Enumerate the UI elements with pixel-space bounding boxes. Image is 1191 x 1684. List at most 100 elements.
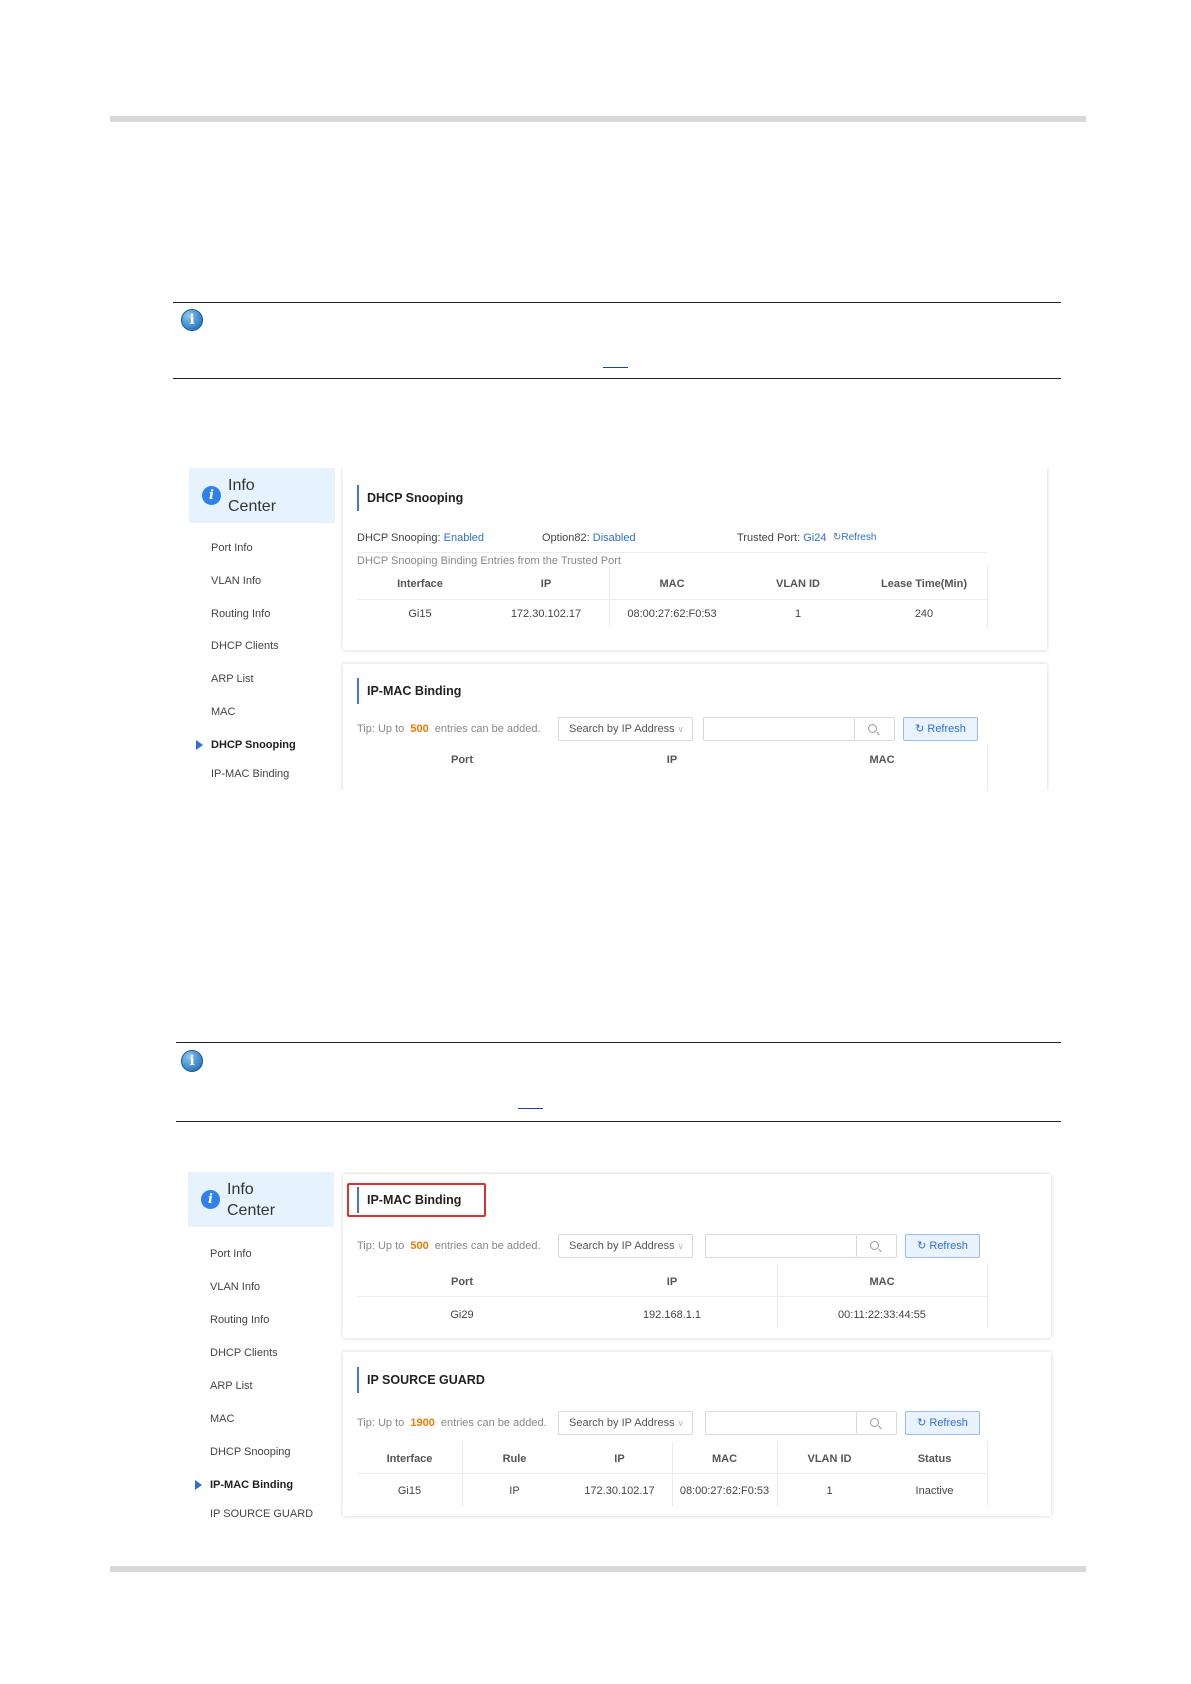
sidebar-item-port-info[interactable]: Port Info [211, 542, 253, 554]
panel-title: IP SOURCE GUARD [357, 1367, 485, 1393]
sidebar-item-dhcp-snooping[interactable]: DHCP Snooping [210, 1446, 291, 1458]
col-ip: IP [666, 1276, 678, 1288]
cell-interface: Gi15 [397, 1485, 422, 1497]
tip-count: 500 [410, 723, 429, 735]
sidebar-item-routing-info[interactable]: Routing Info [210, 1314, 269, 1326]
search-type-select[interactable]: Search by IP Address ∨ [558, 1234, 693, 1258]
tip-suffix: entries can be added. [434, 723, 541, 735]
cell-lease-time: 240 [914, 608, 934, 620]
page-footer-rule [110, 1566, 1086, 1572]
sidebar-item-dhcp-snooping[interactable]: DHCP Snooping [211, 739, 296, 751]
sidebar-item-mac[interactable]: MAC [210, 1413, 234, 1425]
dhcp-status-line: DHCP Snooping: Enabled [357, 532, 484, 544]
col-port: Port [451, 1276, 473, 1288]
cell-ip: 172.30.102.17 [584, 1485, 655, 1497]
search-button[interactable] [857, 1411, 897, 1435]
sidebar-title: Info Center [227, 1180, 276, 1219]
dhcp-refresh-link[interactable]: ↻Refresh [833, 532, 876, 543]
info-icon: i [181, 1050, 203, 1072]
dhcp-snooping-panel: DHCP Snooping DHCP Snooping: Enabled Opt… [343, 468, 1047, 650]
table-divider [987, 744, 988, 790]
search-icon [868, 724, 877, 733]
col-rule: Rule [502, 1453, 527, 1465]
search-button[interactable] [857, 1234, 897, 1258]
refresh-icon: ↻ [917, 1240, 927, 1252]
refresh-button[interactable]: ↻ Refresh [905, 1411, 980, 1435]
search-button[interactable] [855, 717, 895, 741]
sidebar-item-port-info[interactable]: Port Info [210, 1248, 252, 1260]
cell-mac: 08:00:27:62:F0:53 [627, 608, 717, 620]
search-type-select[interactable]: Search by IP Address ∨ [558, 1411, 693, 1435]
note-link-1[interactable] [603, 367, 628, 368]
tip-line: Tip: Up to 1900 entries can be added. [357, 1417, 547, 1429]
col-status: Status [917, 1453, 952, 1465]
col-mac: MAC [711, 1453, 738, 1465]
col-ip: IP [540, 578, 552, 590]
search-type-select[interactable]: Search by IP Address ∨ [558, 717, 693, 741]
search-icon [870, 1241, 879, 1250]
cell-mac: 08:00:27:62:F0:53 [679, 1485, 770, 1497]
screenshot-dhcp-snooping: i Info Center Port Info VLAN Info Routin… [189, 468, 1049, 790]
sidebar-item-arp-list[interactable]: ARP List [211, 673, 254, 685]
cell-ip: 172.30.102.17 [510, 608, 582, 620]
refresh-label: Refresh [927, 723, 966, 735]
tip-prefix: Tip: Up to [357, 1240, 405, 1252]
search-input[interactable] [703, 717, 855, 741]
chevron-down-icon: ∨ [677, 1418, 684, 1428]
info-center-sidebar: i Info Center [189, 468, 335, 523]
sidebar-item-vlan-info[interactable]: VLAN Info [210, 1281, 260, 1293]
col-vlan-id: VLAN ID [807, 1453, 852, 1465]
table-divider [357, 599, 987, 600]
trusted-port-value[interactable]: Gi24 [803, 532, 826, 544]
refresh-button[interactable]: ↻ Refresh [905, 1234, 980, 1258]
tip-suffix: entries can be added. [434, 1240, 541, 1252]
sidebar-item-ip-mac-binding[interactable]: IP-MAC Binding [211, 768, 289, 780]
search-input[interactable] [705, 1234, 857, 1258]
sidebar-item-routing-info[interactable]: Routing Info [211, 608, 270, 620]
sidebar-title: Info Center [228, 476, 277, 515]
cell-vlan-id: 1 [794, 608, 802, 620]
search-type-value: Search by IP Address [569, 1240, 675, 1252]
sidebar-item-mac[interactable]: MAC [211, 706, 235, 718]
cell-interface: Gi15 [408, 608, 432, 620]
screenshot-ip-mac-binding: i Info Center Port Info VLAN Info Routin… [188, 1172, 1054, 1524]
cell-mac: 00:11:22:33:44:55 [838, 1309, 926, 1321]
dhcp-status-label: DHCP Snooping: [357, 532, 441, 544]
panel-title: IP-MAC Binding [357, 678, 461, 704]
info-icon: i [181, 309, 203, 331]
refresh-label: Refresh [929, 1417, 968, 1429]
cell-rule: IP [509, 1485, 520, 1497]
sidebar-item-ip-mac-binding[interactable]: IP-MAC Binding [210, 1479, 293, 1491]
sidebar-item-dhcp-clients[interactable]: DHCP Clients [210, 1347, 278, 1359]
trusted-port-label: Trusted Port: [737, 532, 801, 544]
sidebar-item-vlan-info[interactable]: VLAN Info [211, 575, 261, 587]
sidebar-item-arp-list[interactable]: ARP List [210, 1380, 253, 1392]
search-type-value: Search by IP Address [569, 723, 675, 735]
binding-entries-subtitle: DHCP Snooping Binding Entries from the T… [357, 555, 621, 567]
sidebar-item-dhcp-clients[interactable]: DHCP Clients [211, 640, 279, 652]
col-mac: MAC [659, 578, 685, 590]
tip-count: 500 [410, 1240, 429, 1252]
info-icon: i [201, 1190, 220, 1209]
cell-vlan-id: 1 [826, 1485, 833, 1497]
panel-title: IP-MAC Binding [357, 1187, 461, 1213]
sidebar-item-ip-source-guard[interactable]: IP SOURCE GUARD [210, 1508, 313, 1520]
note-box-2 [176, 1042, 1061, 1122]
search-input[interactable] [705, 1411, 857, 1435]
refresh-button[interactable]: ↻ Refresh [903, 717, 978, 741]
refresh-label: Refresh [929, 1240, 968, 1252]
table-divider [987, 1264, 988, 1328]
col-ip: IP [614, 1453, 625, 1465]
option82-line: Option82: Disabled [542, 532, 636, 544]
search-icon [870, 1418, 879, 1427]
panel-title: DHCP Snooping [357, 485, 463, 511]
table-divider [987, 565, 988, 628]
refresh-icon: ↻ [917, 1417, 927, 1429]
col-ip: IP [666, 754, 678, 766]
note-link-2[interactable] [518, 1108, 543, 1109]
page-header-rule [110, 116, 1086, 122]
active-indicator-icon [195, 1480, 202, 1490]
sidebar-header: i Info Center [188, 1172, 334, 1227]
col-mac: MAC [869, 1276, 895, 1288]
tip-prefix: Tip: Up to [357, 1417, 405, 1429]
